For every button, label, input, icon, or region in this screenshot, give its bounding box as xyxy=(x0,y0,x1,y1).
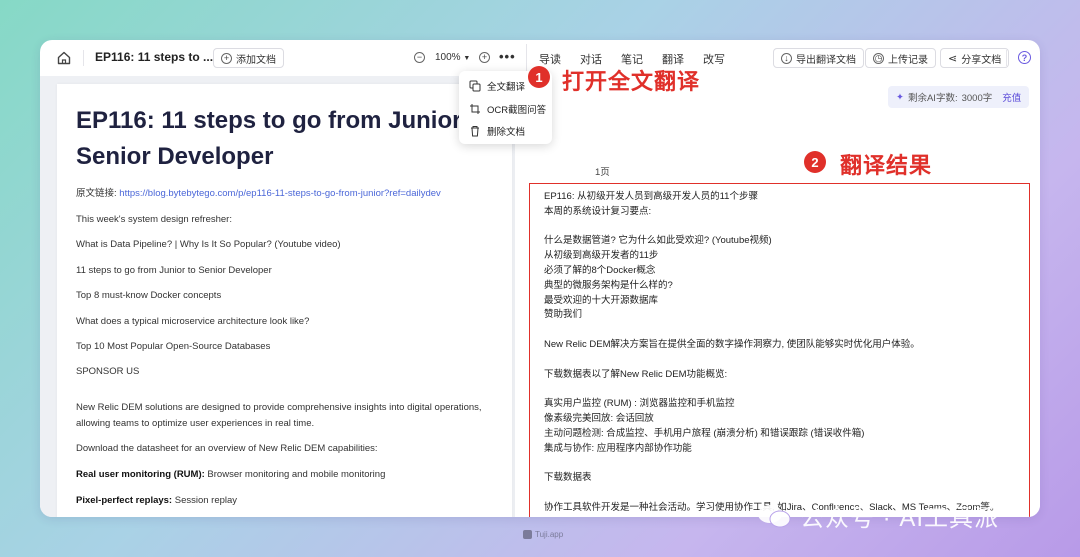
translation-result-box: EP116: 从初级开发人员到高级开发人员的11个步骤 本周的系统设计复习要点: 什… xyxy=(529,183,1030,517)
wechat-icon xyxy=(758,504,791,527)
ai-sparkle-icon: ✦ xyxy=(896,91,904,103)
menu-label: 删除文档 xyxy=(487,127,526,138)
translation-line: 从初级到高级开发者的11步 xyxy=(544,250,659,262)
share-doc-button[interactable]: ⋖ 分享文档 xyxy=(940,48,1010,68)
quota-label: 剩余AI字数: xyxy=(907,93,958,104)
menu-item-ocr[interactable]: OCR截图问答 xyxy=(469,102,546,116)
translation-line: 最受欢迎的十大开源数据库 xyxy=(544,294,659,306)
feature-label: Pixel-perfect replays: xyxy=(76,495,173,506)
translation-line: 下载数据表 xyxy=(544,472,592,484)
translation-line: 什么是数据管道? 它为什么如此受欢迎? (Youtube视频) xyxy=(544,235,772,247)
doc-line: Top 8 must-know Docker concepts xyxy=(76,290,222,301)
translation-panel: ✦ 剩余AI字数: 3000字 充值 1页 EP116: 从初级开发人员到高级开… xyxy=(514,76,1040,517)
source-link-line: 原文链接: https://blog.bytebytego.com/p/ep11… xyxy=(76,186,496,202)
document-title: EP116: 11 steps to go from Junior to Sen… xyxy=(76,107,491,170)
source-link[interactable]: https://blog.bytebytego.com/p/ep116-11-s… xyxy=(119,188,441,199)
doc-line: What does a typical microservice archite… xyxy=(76,316,310,327)
upload-history-button[interactable]: ◷ 上传记录 xyxy=(865,48,936,68)
translation-line: EP116: 从初级开发人员到高级开发人员的11个步骤 xyxy=(544,191,758,202)
add-doc-label: 添加文档 xyxy=(236,54,276,66)
translation-line: 下载数据表以了解New Relic DEM功能概览: xyxy=(544,368,728,380)
tuji-logo-icon xyxy=(523,530,532,539)
chevron-down-icon: ▼ xyxy=(463,55,471,62)
app-window: EP116: 11 steps to ... + 添加文档 − 100% ▼ +… xyxy=(40,40,1040,517)
export-translation-button[interactable]: ↓ 导出翻译文档 xyxy=(773,48,864,68)
export-label: 导出翻译文档 xyxy=(796,54,856,66)
add-doc-button[interactable]: + 添加文档 xyxy=(213,48,284,68)
source-document: EP116: 11 steps to go from Junior to Sen… xyxy=(57,84,512,517)
page-label: 1页 xyxy=(595,167,610,178)
doc-line: Top 10 Most Popular Open-Source Database… xyxy=(76,341,271,352)
translation-line: 集成与协作: 应用程序内部协作功能 xyxy=(544,442,692,454)
source-document-panel: EP116: 11 steps to go from Junior to Sen… xyxy=(40,76,514,517)
ai-quota-badge: ✦ 剩余AI字数: 3000字 充值 xyxy=(888,86,1030,108)
quota-value: 3000字 xyxy=(961,93,993,104)
tab-rewrite[interactable]: 改写 xyxy=(703,51,725,67)
zoom-out-icon[interactable]: − xyxy=(414,52,425,63)
annotation-badge-1: 1 xyxy=(528,66,550,88)
home-icon[interactable] xyxy=(56,50,72,66)
tab-guide[interactable]: 导读 xyxy=(539,51,561,67)
annotation-text-1: 打开全文翻译 xyxy=(562,69,701,94)
translate-icon xyxy=(469,80,481,92)
translation-line: 赞助我们 xyxy=(544,309,583,321)
footer-tag-text: Tuji.app xyxy=(535,530,564,539)
translation-line: 必须了解的8个Docker概念 xyxy=(544,264,656,276)
zoom-value: 100% xyxy=(435,52,461,63)
zoom-select[interactable]: 100% ▼ xyxy=(435,52,470,63)
doc-paragraph: New Relic DEM solutions are designed to … xyxy=(76,402,482,429)
help-icon[interactable]: ? xyxy=(1018,51,1031,64)
menu-item-full-translate[interactable]: 全文翻译 xyxy=(469,79,525,93)
upload-label: 上传记录 xyxy=(888,54,928,66)
feature-text: Session replay xyxy=(172,495,238,506)
translation-line: 真实用户监控 (RUM) : 浏览器监控和手机监控 xyxy=(544,398,735,410)
recharge-link[interactable]: 充值 xyxy=(1002,90,1021,104)
divider xyxy=(1006,50,1007,66)
menu-label: 全文翻译 xyxy=(487,82,526,93)
more-icon[interactable]: ••• xyxy=(499,49,516,64)
watermark-text: 公众号 · AI工具派 xyxy=(800,505,1000,532)
doc-line: SPONSOR US xyxy=(76,366,140,377)
doc-line: 11 steps to go from Junior to Senior Dev… xyxy=(76,265,272,276)
source-link-label: 原文链接: xyxy=(76,188,120,199)
annotation-badge-2: 2 xyxy=(804,151,826,173)
doc-feature-line: Pixel-perfect replays: Session replay xyxy=(76,493,496,509)
export-icon: ↓ xyxy=(781,52,792,64)
divider xyxy=(83,50,84,66)
footer-tag: Tuji.app xyxy=(523,530,563,539)
translation-line: 本周的系统设计复习要点: xyxy=(544,205,652,217)
annotation-text-2: 翻译结果 xyxy=(840,153,933,178)
plus-circle-icon: + xyxy=(221,52,232,64)
menu-label: OCR截图问答 xyxy=(487,105,547,116)
share-label: 分享文档 xyxy=(961,54,1002,66)
zoom-in-icon[interactable]: + xyxy=(479,52,490,63)
menu-item-delete[interactable]: 删除文档 xyxy=(469,124,525,138)
doc-title: EP116: 11 steps to ... xyxy=(95,50,214,64)
doc-line: What is Data Pipeline? | Why Is It So Po… xyxy=(76,239,341,250)
clock-icon: ◷ xyxy=(873,52,884,64)
trash-icon xyxy=(471,126,479,137)
share-icon: ⋖ xyxy=(948,52,958,65)
watermark: 公众号 · AI工具派 xyxy=(756,498,999,533)
translation-line: 主动问题检测: 合成监控、手机用户旅程 (崩溃分析) 和错误跟踪 (错误收件箱) xyxy=(544,427,865,439)
doc-line: This week's system design refresher: xyxy=(76,214,232,225)
screenshot-crop-icon xyxy=(470,104,480,114)
doc-feature-line: Real user monitoring (RUM): Browser moni… xyxy=(76,467,496,483)
translation-result: EP116: 从初级开发人员到高级开发人员的11个步骤 本周的系统设计复习要点: 什… xyxy=(544,190,1014,517)
doc-line: Download the datasheet for an overview o… xyxy=(76,443,378,454)
feature-label: Real user monitoring (RUM): xyxy=(76,469,205,480)
translation-line: 像素级完美回放: 会话回放 xyxy=(544,412,654,424)
feature-text: Browser monitoring and mobile monitoring xyxy=(204,469,386,480)
translation-line: New Relic DEM解决方案旨在提供全面的数字操作洞察力, 使团队能够实时… xyxy=(544,338,920,350)
translation-line: 典型的微服务架构是什么样的? xyxy=(544,279,673,291)
divider xyxy=(526,44,527,72)
